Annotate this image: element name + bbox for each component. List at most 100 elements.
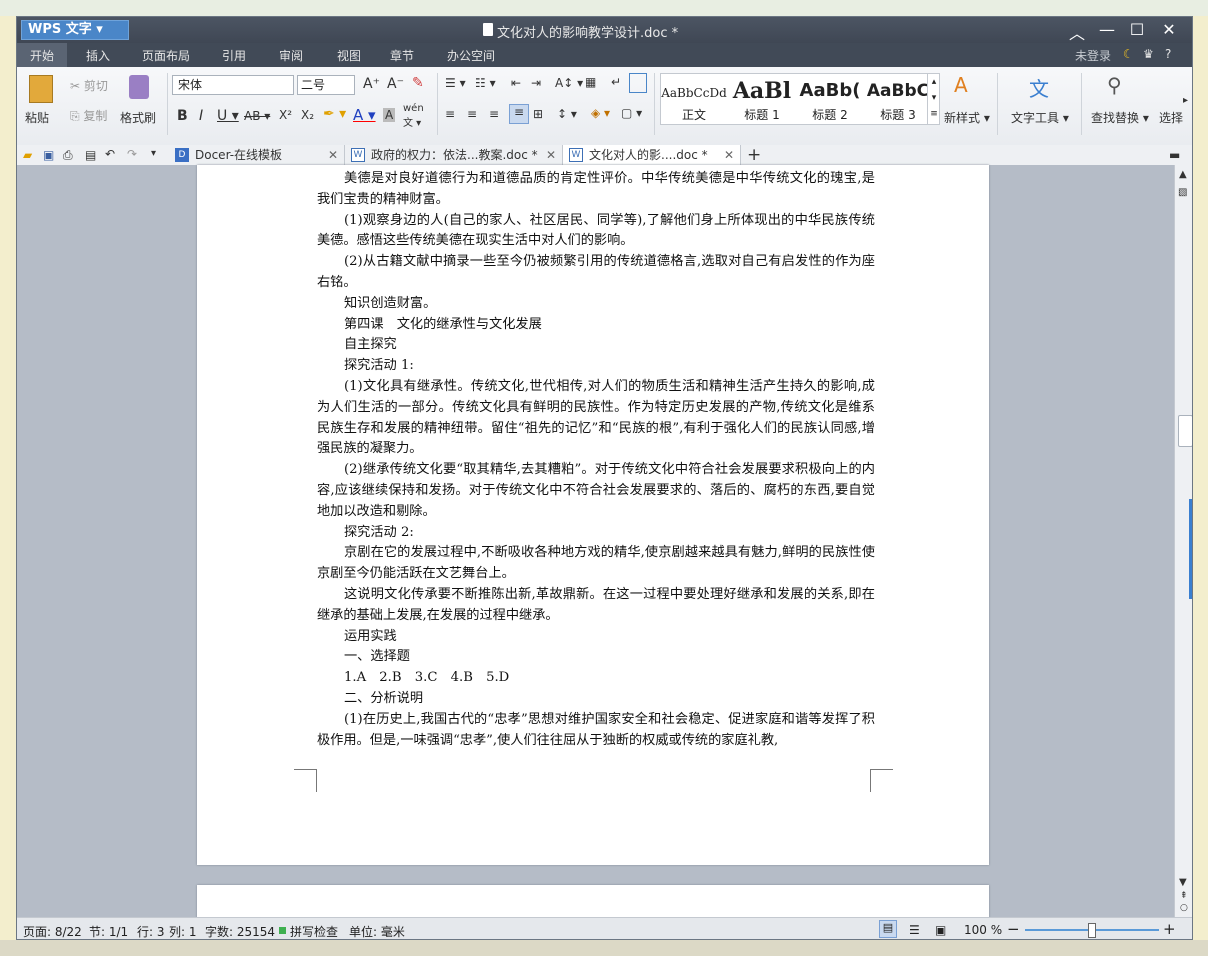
align-left-icon[interactable]: ≡ bbox=[445, 107, 455, 121]
grow-font-icon[interactable]: A⁺ bbox=[363, 76, 380, 92]
cut-button[interactable]: ✂ 剪切 bbox=[70, 77, 108, 94]
unit-indicator[interactable]: 单位: 毫米 bbox=[349, 923, 405, 939]
tab-list-icon[interactable]: ▬ bbox=[1169, 148, 1180, 162]
login-link[interactable]: 未登录 bbox=[1075, 47, 1111, 64]
format-painter-label[interactable]: 格式刷 bbox=[120, 109, 156, 126]
document-paragraph[interactable]: (1)在历史上,我国古代的“忠孝”思想对维护国家安全和社会稳定、促进家庭和谐等发… bbox=[317, 710, 875, 752]
style-heading-3[interactable]: AaBbC 标题 3 bbox=[865, 74, 931, 124]
spell-check-button[interactable]: 拼写检查 bbox=[290, 923, 338, 939]
document-paragraph[interactable]: (2)从古籍文献中摘录一些至今仍被频繁引用的传统道德格言,选取对自己有启发性的作… bbox=[317, 252, 875, 294]
font-color-icon[interactable]: A ▾ bbox=[353, 106, 376, 124]
document-paragraph[interactable]: 探究活动 2: bbox=[317, 523, 875, 544]
document-page[interactable]: 美德是对良好道德行为和道德品质的肯定性评价。中华传统美德是中华传统文化的瑰宝,是… bbox=[197, 165, 989, 865]
numbered-list-icon[interactable]: ☷ ▾ bbox=[475, 76, 496, 90]
paragraph-mark-icon[interactable]: ↵ bbox=[611, 75, 621, 89]
prev-page-icon[interactable]: ⇞ bbox=[1180, 891, 1188, 901]
zoom-level[interactable]: 100 % bbox=[964, 923, 1002, 937]
print-icon[interactable]: ⎙ bbox=[63, 148, 73, 163]
close-tab-icon[interactable]: ✕ bbox=[546, 145, 556, 165]
scroll-up-icon[interactable]: ▲ bbox=[1179, 169, 1187, 180]
outline-view-icon[interactable]: ☰ bbox=[909, 923, 920, 937]
document-paragraph[interactable]: 自主探究 bbox=[317, 335, 875, 356]
save-icon[interactable]: ▣ bbox=[43, 148, 54, 162]
shading-icon[interactable]: ◈ ▾ bbox=[591, 106, 610, 120]
highlight-icon[interactable]: ✒ ▾ bbox=[323, 106, 346, 122]
page-indicator[interactable]: 页面: 8/22 bbox=[23, 923, 82, 939]
menu-insert[interactable]: 插入 bbox=[86, 47, 110, 64]
ribbon-scroll-right-icon[interactable]: ▸ bbox=[1183, 95, 1188, 106]
web-view-icon[interactable]: ▣ bbox=[935, 923, 946, 937]
document-paragraph[interactable]: 美德是对良好道德行为和道德品质的肯定性评价。中华传统美德是中华传统文化的瑰宝,是… bbox=[317, 169, 875, 211]
skin-icon[interactable]: ♛ bbox=[1143, 47, 1154, 61]
redo-icon[interactable]: ↷ bbox=[127, 147, 137, 161]
document-paragraph[interactable]: 这说明文化传承要不断推陈出新,革故鼎新。在这一过程中要处理好继承和发展的关系,即… bbox=[317, 585, 875, 627]
help-button[interactable]: ? bbox=[1165, 47, 1171, 61]
print-preview-icon[interactable]: ▤ bbox=[85, 148, 96, 162]
border-icon[interactable]: ▢ ▾ bbox=[621, 106, 642, 120]
document-paragraph[interactable]: 京剧在它的发展过程中,不断吸收各种地方戏的精华,使京剧越来越具有魅力,鲜明的民族… bbox=[317, 543, 875, 585]
undo-icon[interactable]: ↶ bbox=[105, 147, 115, 161]
line-spacing-icon[interactable]: ↕ ▾ bbox=[557, 107, 577, 121]
document-paragraph[interactable]: (1)文化具有继承性。传统文化,世代相传,对人们的物质生活和精神生活产生持久的影… bbox=[317, 377, 875, 460]
quick-access-dropdown-icon[interactable]: ▾ bbox=[151, 148, 156, 159]
find-replace-icon[interactable]: ⚲ bbox=[1107, 73, 1122, 97]
show-hide-icon[interactable] bbox=[629, 73, 647, 93]
style-gallery-scroll[interactable]: ▴ ▾ ≡ bbox=[927, 74, 940, 124]
document-paragraph[interactable]: 探究活动 1: bbox=[317, 356, 875, 377]
style-heading-1[interactable]: AaBl 标题 1 bbox=[729, 74, 795, 124]
zoom-out-icon[interactable]: − bbox=[1007, 920, 1020, 938]
document-paragraph[interactable]: 1.A 2.B 3.C 4.B 5.D bbox=[317, 668, 875, 689]
text-tools-button[interactable]: 文字工具 ▾ bbox=[1011, 109, 1069, 126]
copy-button[interactable]: ⎘ 复制 bbox=[70, 107, 107, 124]
text-tools-icon[interactable]: 文 bbox=[1029, 73, 1049, 102]
bold-button[interactable]: B bbox=[177, 108, 188, 124]
menu-review[interactable]: 审阅 bbox=[279, 47, 303, 64]
scroll-thumb[interactable] bbox=[1178, 415, 1192, 447]
browse-object-icon[interactable]: ○ bbox=[1180, 903, 1188, 913]
underline-button[interactable]: U ▾ bbox=[217, 108, 239, 124]
paste-icon[interactable] bbox=[29, 75, 53, 103]
style-heading-2[interactable]: AaBb( 标题 2 bbox=[797, 74, 863, 124]
select-button[interactable]: 选择 bbox=[1159, 109, 1183, 126]
page-view-icon[interactable]: ▤ bbox=[879, 920, 897, 938]
select-browse-icon[interactable]: ▧ bbox=[1178, 187, 1187, 198]
align-right-icon[interactable]: ≡ bbox=[489, 107, 499, 121]
zoom-in-icon[interactable]: + bbox=[1163, 920, 1176, 938]
menu-office-space[interactable]: 办公空间 bbox=[447, 47, 495, 64]
menu-start[interactable]: 开始 bbox=[30, 47, 54, 64]
text-direction-icon[interactable]: A↕ ▾ bbox=[555, 76, 583, 90]
document-paragraph[interactable]: 知识创造财富。 bbox=[317, 294, 875, 315]
paste-label[interactable]: 粘贴 bbox=[25, 109, 49, 126]
new-style-icon[interactable]: A bbox=[954, 73, 968, 97]
justify-icon[interactable]: ≡ bbox=[509, 104, 529, 124]
increase-indent-icon[interactable]: ⇥ bbox=[531, 76, 541, 90]
bullet-list-icon[interactable]: ☰ ▾ bbox=[445, 76, 466, 90]
document-paragraph[interactable]: 二、分析说明 bbox=[317, 689, 875, 710]
phonetic-guide-icon[interactable]: wén 文 ▾ bbox=[403, 103, 424, 129]
document-paragraph[interactable]: 运用实践 bbox=[317, 627, 875, 648]
scroll-down-icon[interactable]: ▼ bbox=[1179, 877, 1187, 888]
menu-view[interactable]: 视图 bbox=[337, 47, 361, 64]
zoom-slider-thumb[interactable] bbox=[1088, 923, 1096, 938]
char-shading-icon[interactable]: A bbox=[383, 108, 396, 122]
word-count[interactable]: 字数: 25154 bbox=[205, 923, 275, 939]
close-tab-icon[interactable]: ✕ bbox=[724, 145, 734, 165]
collapse-ribbon-icon[interactable]: ︿ bbox=[1065, 20, 1089, 44]
format-painter-icon[interactable] bbox=[129, 75, 149, 99]
strikethrough-button[interactable]: AB ▾ bbox=[244, 109, 270, 123]
superscript-button[interactable]: X² bbox=[279, 108, 292, 122]
document-body[interactable]: 美德是对良好道德行为和道德品质的肯定性评价。中华传统美德是中华传统文化的瑰宝,是… bbox=[317, 169, 875, 751]
close-button[interactable]: ✕ bbox=[1157, 20, 1181, 39]
menu-chapter[interactable]: 章节 bbox=[390, 47, 414, 64]
wps-app-menu-button[interactable]: WPS 文字 ▾ bbox=[21, 20, 129, 40]
document-paragraph[interactable]: 第四课 文化的继承性与文化发展 bbox=[317, 315, 875, 336]
tab-docer[interactable]: D Docer-在线模板 ✕ bbox=[169, 145, 345, 165]
close-tab-icon[interactable]: ✕ bbox=[328, 145, 338, 165]
menu-references[interactable]: 引用 bbox=[222, 47, 246, 64]
table-grid-icon[interactable]: ▦ bbox=[585, 75, 596, 89]
shrink-font-icon[interactable]: A⁻ bbox=[387, 76, 404, 92]
menu-page-layout[interactable]: 页面布局 bbox=[142, 47, 190, 64]
side-panel-toggle[interactable] bbox=[1189, 499, 1192, 599]
decrease-indent-icon[interactable]: ⇤ bbox=[511, 76, 521, 90]
document-paragraph[interactable]: (1)观察身边的人(自己的家人、社区居民、同学等),了解他们身上所体现出的中华民… bbox=[317, 211, 875, 253]
